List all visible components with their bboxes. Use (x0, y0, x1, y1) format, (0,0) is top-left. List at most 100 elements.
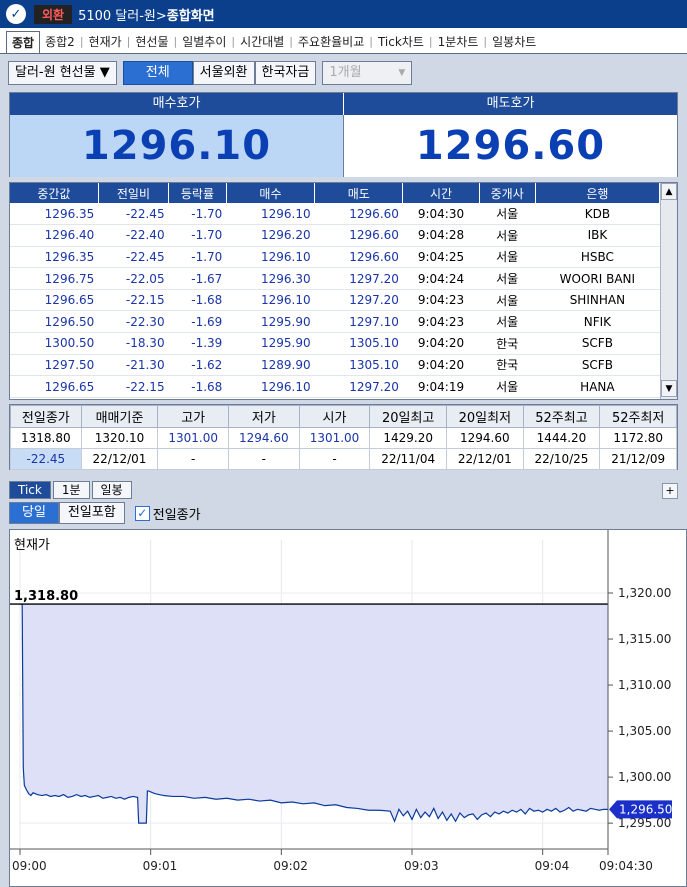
summary-cell: 1172.80 (599, 427, 677, 449)
tick-cell: 9:04:30 (402, 203, 480, 226)
tick-col-header[interactable]: 매도 (314, 183, 404, 203)
tick-cell: 한국 (479, 332, 536, 355)
tick-col-header[interactable]: 중개사 (479, 183, 536, 203)
tick-cell: 1296.35 (10, 203, 99, 226)
tick-cell: WOORI BANI (535, 267, 660, 290)
table-row[interactable]: 1297.50 -21.30 -1.62 1289.90 1305.10 9:04:20 한… (10, 354, 660, 377)
tab-4[interactable]: 일별추이 (177, 31, 231, 53)
table-row[interactable]: 1296.75 -22.05 -1.67 1296.30 1297.20 9:04:24 서… (10, 267, 660, 290)
summary-col-header: 20일최고 (369, 405, 447, 428)
tab-1[interactable]: 종합2 (40, 31, 80, 53)
tab-daily[interactable]: 일봉 (91, 481, 132, 499)
table-row[interactable]: 1296.35 -22.45 -1.70 1296.10 1296.60 9:04:30 서… (10, 203, 660, 226)
tab-tick[interactable]: Tick (9, 481, 51, 499)
tab-1min[interactable]: 1분 (52, 481, 90, 499)
x-tick-label: 09:01 (143, 859, 178, 873)
table-row[interactable]: 1296.50 -22.30 -1.69 1295.90 1297.10 9:04:23 서… (10, 310, 660, 334)
tick-cell: 1295.90 (226, 310, 315, 334)
table-row[interactable]: 1300.50 -18.30 -1.39 1295.90 1305.10 9:04:20 한… (10, 332, 660, 355)
scroll-up-icon[interactable]: ▲ (661, 183, 677, 200)
summary-cell: 1320.10 (80, 427, 159, 449)
tick-cell: 한국 (479, 354, 536, 377)
filter-all-button[interactable]: 전체 (122, 61, 193, 85)
chart-tabs: Tick 1분 일봉 + (9, 479, 678, 499)
tick-cell: 1297.20 (314, 267, 403, 290)
prev-close-checkbox-label: 전일종가 (152, 507, 201, 523)
period-select-value: 1개월 (329, 65, 362, 80)
summary-cell: 22/11/04 (369, 448, 447, 470)
tick-col-header[interactable]: 전일비 (98, 183, 170, 203)
tab-3[interactable]: 현선물 (130, 31, 173, 53)
today-button[interactable]: 당일 (9, 502, 59, 524)
chart-options: 당일 전일포함 ✓ 전일종가 (9, 501, 201, 525)
y-tick-label: 1,300.00 (618, 770, 671, 784)
tab-0[interactable]: 종합 (6, 31, 41, 53)
tick-cell: 1297.20 (314, 289, 403, 312)
tab-9[interactable]: 일봉차트 (487, 31, 541, 53)
tick-table: 중간값 전일비 등락률 매수 매도 시간 중개사 은행 1296.35 -22.45 -1.70 1… (9, 182, 678, 400)
summary-cell: 21/12/09 (599, 448, 677, 470)
tick-cell: 1296.65 (10, 289, 99, 312)
tick-cell: SHINHAN (535, 289, 660, 312)
scroll-track[interactable] (661, 200, 677, 380)
tick-cell: 9:04:24 (402, 267, 480, 290)
tick-col-header[interactable]: 매수 (226, 183, 316, 203)
tab-6[interactable]: 주요환율비교 (293, 31, 369, 53)
tick-cell: 9:04:23 (402, 310, 480, 334)
tick-cell: 9:04:23 (402, 289, 480, 312)
tick-cell: 1296.50 (10, 310, 99, 334)
app-logo-icon: ✓ (6, 4, 26, 24)
include-prev-button[interactable]: 전일포함 (58, 502, 125, 524)
ask-label: 매도호가 (343, 93, 677, 115)
tick-col-header[interactable]: 은행 (535, 183, 661, 203)
tick-cell: 서울 (479, 267, 536, 290)
tick-cell: -22.40 (98, 224, 169, 247)
tick-col-header[interactable]: 중간값 (10, 183, 99, 203)
tick-scrollbar[interactable]: ▲ ▼ (660, 183, 677, 399)
summary-dates-row: -22.45 22/12/01- - -22/11/04 22/12/01 22/10/2… (10, 448, 677, 470)
prev-close-checkbox[interactable]: ✓ (134, 505, 150, 521)
screen-tabs: 종합 종합2 | 현재가 | 현선물 | 일별추이 | 시간대별 | 주요환율비교 | Tick차트 | 1분… (0, 28, 687, 54)
table-row[interactable]: 1296.65 -22.15 -1.68 1296.10 1297.20 9:04:23 서… (10, 289, 660, 312)
tab-5[interactable]: 시간대별 (235, 31, 289, 53)
summary-cell: 1294.60 (446, 427, 524, 449)
tab-8[interactable]: 1분차트 (433, 31, 484, 53)
tick-cell: 1296.60 (314, 246, 403, 269)
table-row[interactable]: 1296.65 -22.15 -1.68 1296.10 1297.20 9:04:19 서… (10, 375, 660, 398)
period-select[interactable]: 1개월 ▼ (322, 61, 413, 85)
table-row[interactable]: 1296.40 -22.40 -1.70 1296.20 1296.60 9:04:28 서… (10, 224, 660, 247)
tick-cell: 1297.50 (10, 354, 99, 377)
scroll-down-icon[interactable]: ▼ (661, 380, 677, 397)
tick-cell: 1296.60 (314, 224, 403, 247)
chevron-down-icon: ▼ (99, 65, 110, 80)
summary-cell: 1294.60 (228, 427, 300, 449)
filter-seoul-button[interactable]: 서울외환 (192, 61, 255, 85)
tick-cell: 1296.75 (10, 267, 99, 290)
x-tick-label: 09:02 (273, 859, 308, 873)
summary-cell: 22/12/01 (80, 448, 159, 470)
tick-cell: 9:04:20 (402, 332, 480, 355)
summary-cell: - (228, 448, 300, 470)
expand-plus-icon[interactable]: + (662, 483, 678, 499)
price-area-fill (20, 604, 608, 824)
tick-cell: 9:04:19 (402, 375, 480, 398)
tick-cell: -1.62 (168, 354, 227, 377)
tick-col-header[interactable]: 등락률 (168, 183, 227, 203)
tick-cell: 1296.10 (226, 375, 315, 398)
tick-cell: 1296.40 (10, 224, 99, 247)
x-tick-label: 09:00 (12, 859, 47, 873)
tick-cell: -22.45 (98, 203, 169, 226)
tab-7[interactable]: Tick차트 (373, 31, 429, 53)
product-select[interactable]: 달러-원 현선물 ▼ (8, 61, 117, 85)
tick-cell: -1.70 (168, 246, 227, 269)
summary-cell: - (298, 448, 371, 470)
summary-cell: 22/10/25 (522, 448, 601, 470)
series-label: 현재가 (14, 538, 50, 553)
table-row[interactable]: 1296.35 -22.45 -1.70 1296.10 1296.60 9:04:25 서… (10, 246, 660, 269)
filter-korea-button[interactable]: 한국자금 (254, 61, 317, 85)
tick-col-header[interactable]: 시간 (402, 183, 480, 203)
tick-cell: 1296.20 (226, 224, 315, 247)
tick-cell: 1305.10 (314, 354, 403, 377)
tab-2[interactable]: 현재가 (84, 31, 127, 53)
tick-cell: HSBC (535, 246, 660, 269)
